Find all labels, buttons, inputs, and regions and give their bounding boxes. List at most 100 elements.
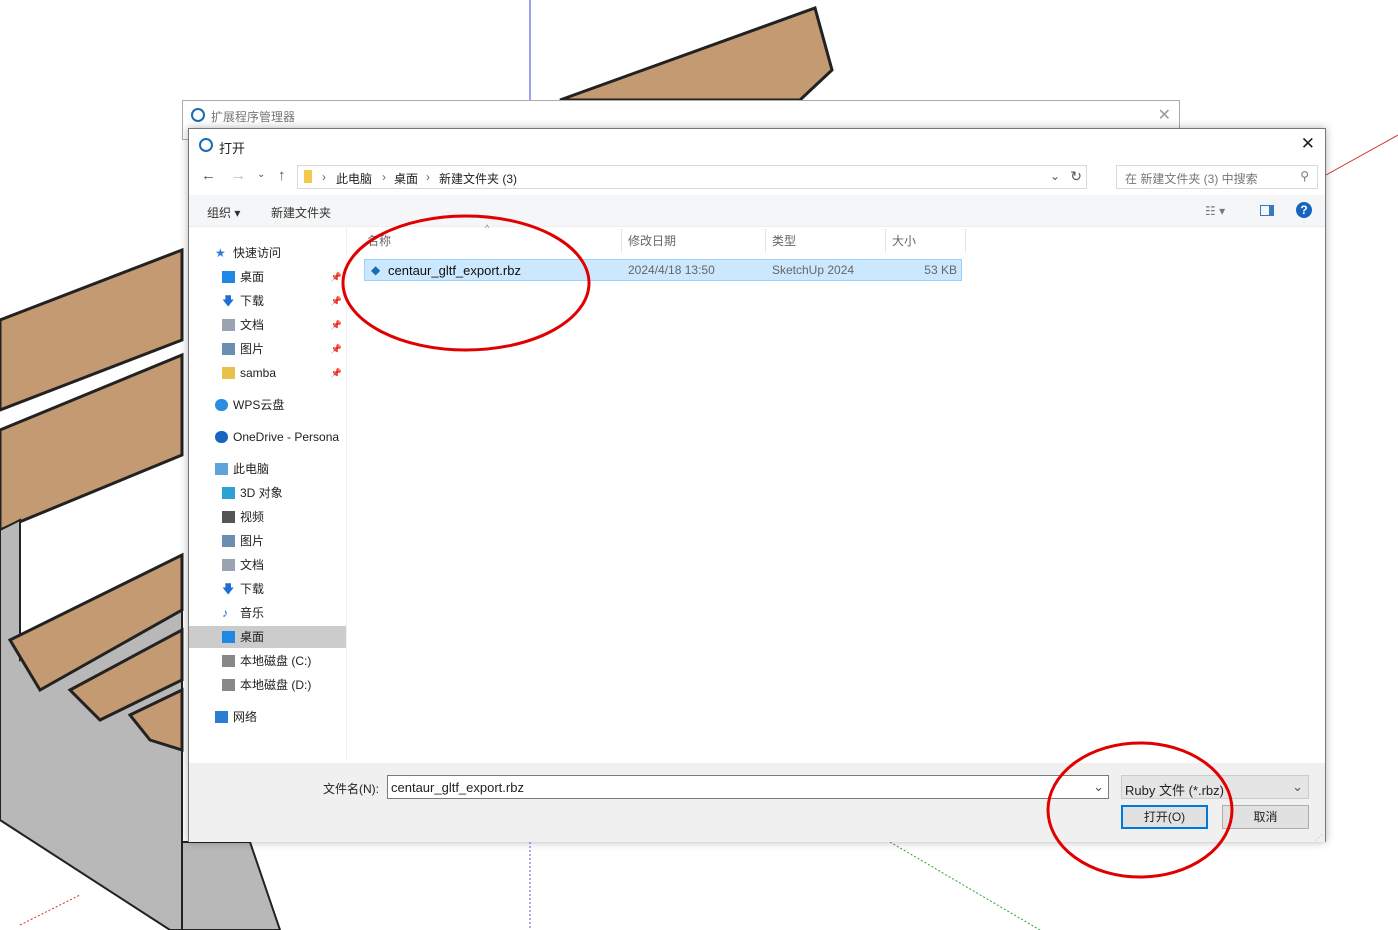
sidebar-item-label: 图片 [240,534,265,548]
sidebar-item-label: 此电脑 [233,462,270,476]
breadcrumb-item[interactable]: 桌面 [394,170,418,187]
close-button[interactable]: ✕ [1301,134,1315,154]
sidebar-item[interactable]: ♪ 音乐 [189,602,346,624]
recent-locations-button[interactable]: ⌄ [257,169,265,180]
download-icon: 🡇 [222,582,235,596]
address-bar[interactable]: › 此电脑 › 桌面 › 新建文件夹 (3) ⌄ ↻ [297,165,1087,189]
star-icon: ★ [215,246,226,260]
chevron-down-icon: ⌄ [1292,779,1303,794]
sidebar-item-label: 桌面 [240,270,265,284]
sidebar-item[interactable]: 本地磁盘 (D:) [189,674,346,696]
computer-icon [215,463,228,475]
sort-ascending-icon: ^ [485,223,490,233]
green-axis [889,841,1041,930]
desktop-icon [222,271,235,283]
file-row[interactable]: ◆ centaur_gltf_export.rbz 2024/4/18 13:5… [364,259,962,281]
sidebar-item[interactable]: 网络 [189,706,346,728]
bench-concrete-leg [181,841,282,930]
sidebar-item[interactable]: WPS云盘 [189,394,346,416]
drive-icon [222,679,235,691]
chevron-down-icon[interactable]: ⌄ [1093,779,1104,795]
rbz-file-icon: ◆ [371,263,381,277]
organize-button[interactable]: 组织 ▾ [207,204,240,221]
help-icon[interactable]: ? [1296,202,1312,218]
column-header-size[interactable]: 大小 [886,229,966,253]
sidebar-item[interactable]: 本地磁盘 (C:) [189,650,346,672]
sketchup-logo-icon [191,108,205,122]
sidebar-item[interactable]: ★ 快速访问 [189,242,346,264]
document-icon [222,559,235,571]
pin-icon[interactable]: 📌 [331,362,342,384]
sidebar-item[interactable]: 视频 [189,506,346,528]
window-title: 扩展程序管理器 [211,110,296,124]
sidebar-item[interactable]: 桌面 📌 [189,266,346,288]
cancel-button[interactable]: 取消 [1222,805,1309,829]
close-icon[interactable]: ✕ [1158,105,1171,125]
sidebar-item[interactable]: samba 📌 [189,362,346,384]
forward-button[interactable]: → [231,167,246,184]
filetype-select[interactable]: Ruby 文件 (*.rbz) ⌄ [1121,775,1309,799]
search-placeholder: 在 新建文件夹 (3) 中搜索 [1125,172,1258,186]
column-header-name[interactable]: 名称 [361,229,622,253]
file-name: centaur_gltf_export.rbz [388,263,521,278]
view-options-icon[interactable]: ☷ ▾ [1205,204,1225,218]
sidebar-item-label: samba [240,366,277,380]
pin-icon[interactable]: 📌 [331,266,342,288]
sidebar-item-label: 音乐 [240,606,265,620]
sketchup-logo-icon [199,138,213,152]
open-button[interactable]: 打开(O) [1121,805,1208,829]
filename-input[interactable]: centaur_gltf_export.rbz ⌄ [387,775,1109,799]
sidebar-item-label: OneDrive - Persona [233,430,340,444]
sidebar-item[interactable]: OneDrive - Persona [189,426,346,448]
sidebar-item-label: 桌面 [240,630,265,644]
pin-icon[interactable]: 📌 [331,338,342,360]
sidebar-item-label: 网络 [233,710,258,724]
sidebar-item[interactable]: 图片 📌 [189,338,346,360]
bench-plank [559,6,834,102]
sidebar-item-label: 本地磁盘 (D:) [240,678,312,692]
column-header-type[interactable]: 类型 [766,229,886,253]
resize-grip-icon[interactable]: ⋰ [1315,833,1323,842]
sidebar-item[interactable]: 🡇 下载 [189,578,346,600]
up-button[interactable]: ↑ [278,167,286,184]
sidebar-item-label: 视频 [240,510,265,524]
refresh-icon[interactable]: ↻ [1070,168,1082,185]
breadcrumb-item[interactable]: 新建文件夹 (3) [439,170,517,187]
filetype-value: Ruby 文件 (*.rbz) [1125,783,1224,798]
search-icon: ⚲ [1300,169,1309,183]
red-axis [1325,134,1398,176]
navigation-pane: ★ 快速访问 桌面 📌 🡇 下载 📌 文档 📌 图片 📌 samba 📌 WPS云盘 OneDrive - … [189,227,347,761]
sidebar-item-label: 下载 [240,294,265,308]
drive-icon [222,655,235,667]
sidebar-item-label: 快速访问 [233,246,282,260]
document-icon [222,319,235,331]
chevron-down-icon[interactable]: ⌄ [1050,169,1060,183]
sidebar-item-label: WPS云盘 [233,398,285,412]
breadcrumb-item[interactable]: 此电脑 [336,170,372,187]
sidebar-item[interactable]: 桌面 [189,626,346,648]
sidebar-item-label: 3D 对象 [240,486,283,500]
pin-icon[interactable]: 📌 [331,314,342,336]
sidebar-item-label: 图片 [240,342,265,356]
pin-icon[interactable]: 📌 [331,290,342,312]
dialog-title: 打开 [219,141,246,156]
file-type: SketchUp 2024 [772,263,855,277]
pictures-icon [222,535,235,547]
new-folder-button[interactable]: 新建文件夹 [271,204,331,221]
sidebar-item-label: 下载 [240,582,265,596]
sidebar-item[interactable]: 文档 📌 [189,314,346,336]
music-icon: ♪ [222,606,228,620]
folder-icon [222,367,235,379]
dialog-footer: 文件名(N): centaur_gltf_export.rbz ⌄ Ruby 文件… [189,763,1325,842]
sidebar-item[interactable]: 此电脑 [189,458,346,480]
sidebar-item[interactable]: 3D 对象 [189,482,346,504]
pictures-icon [222,343,235,355]
sidebar-item[interactable]: 🡇 下载 📌 [189,290,346,312]
desktop-icon [222,631,235,643]
preview-pane-icon[interactable] [1260,205,1274,216]
back-button[interactable]: ← [201,167,216,184]
sidebar-item[interactable]: 文档 [189,554,346,576]
sidebar-item[interactable]: 图片 [189,530,346,552]
search-input[interactable]: 在 新建文件夹 (3) 中搜索 ⚲ [1116,165,1318,189]
column-header-modified[interactable]: 修改日期 [622,229,766,253]
